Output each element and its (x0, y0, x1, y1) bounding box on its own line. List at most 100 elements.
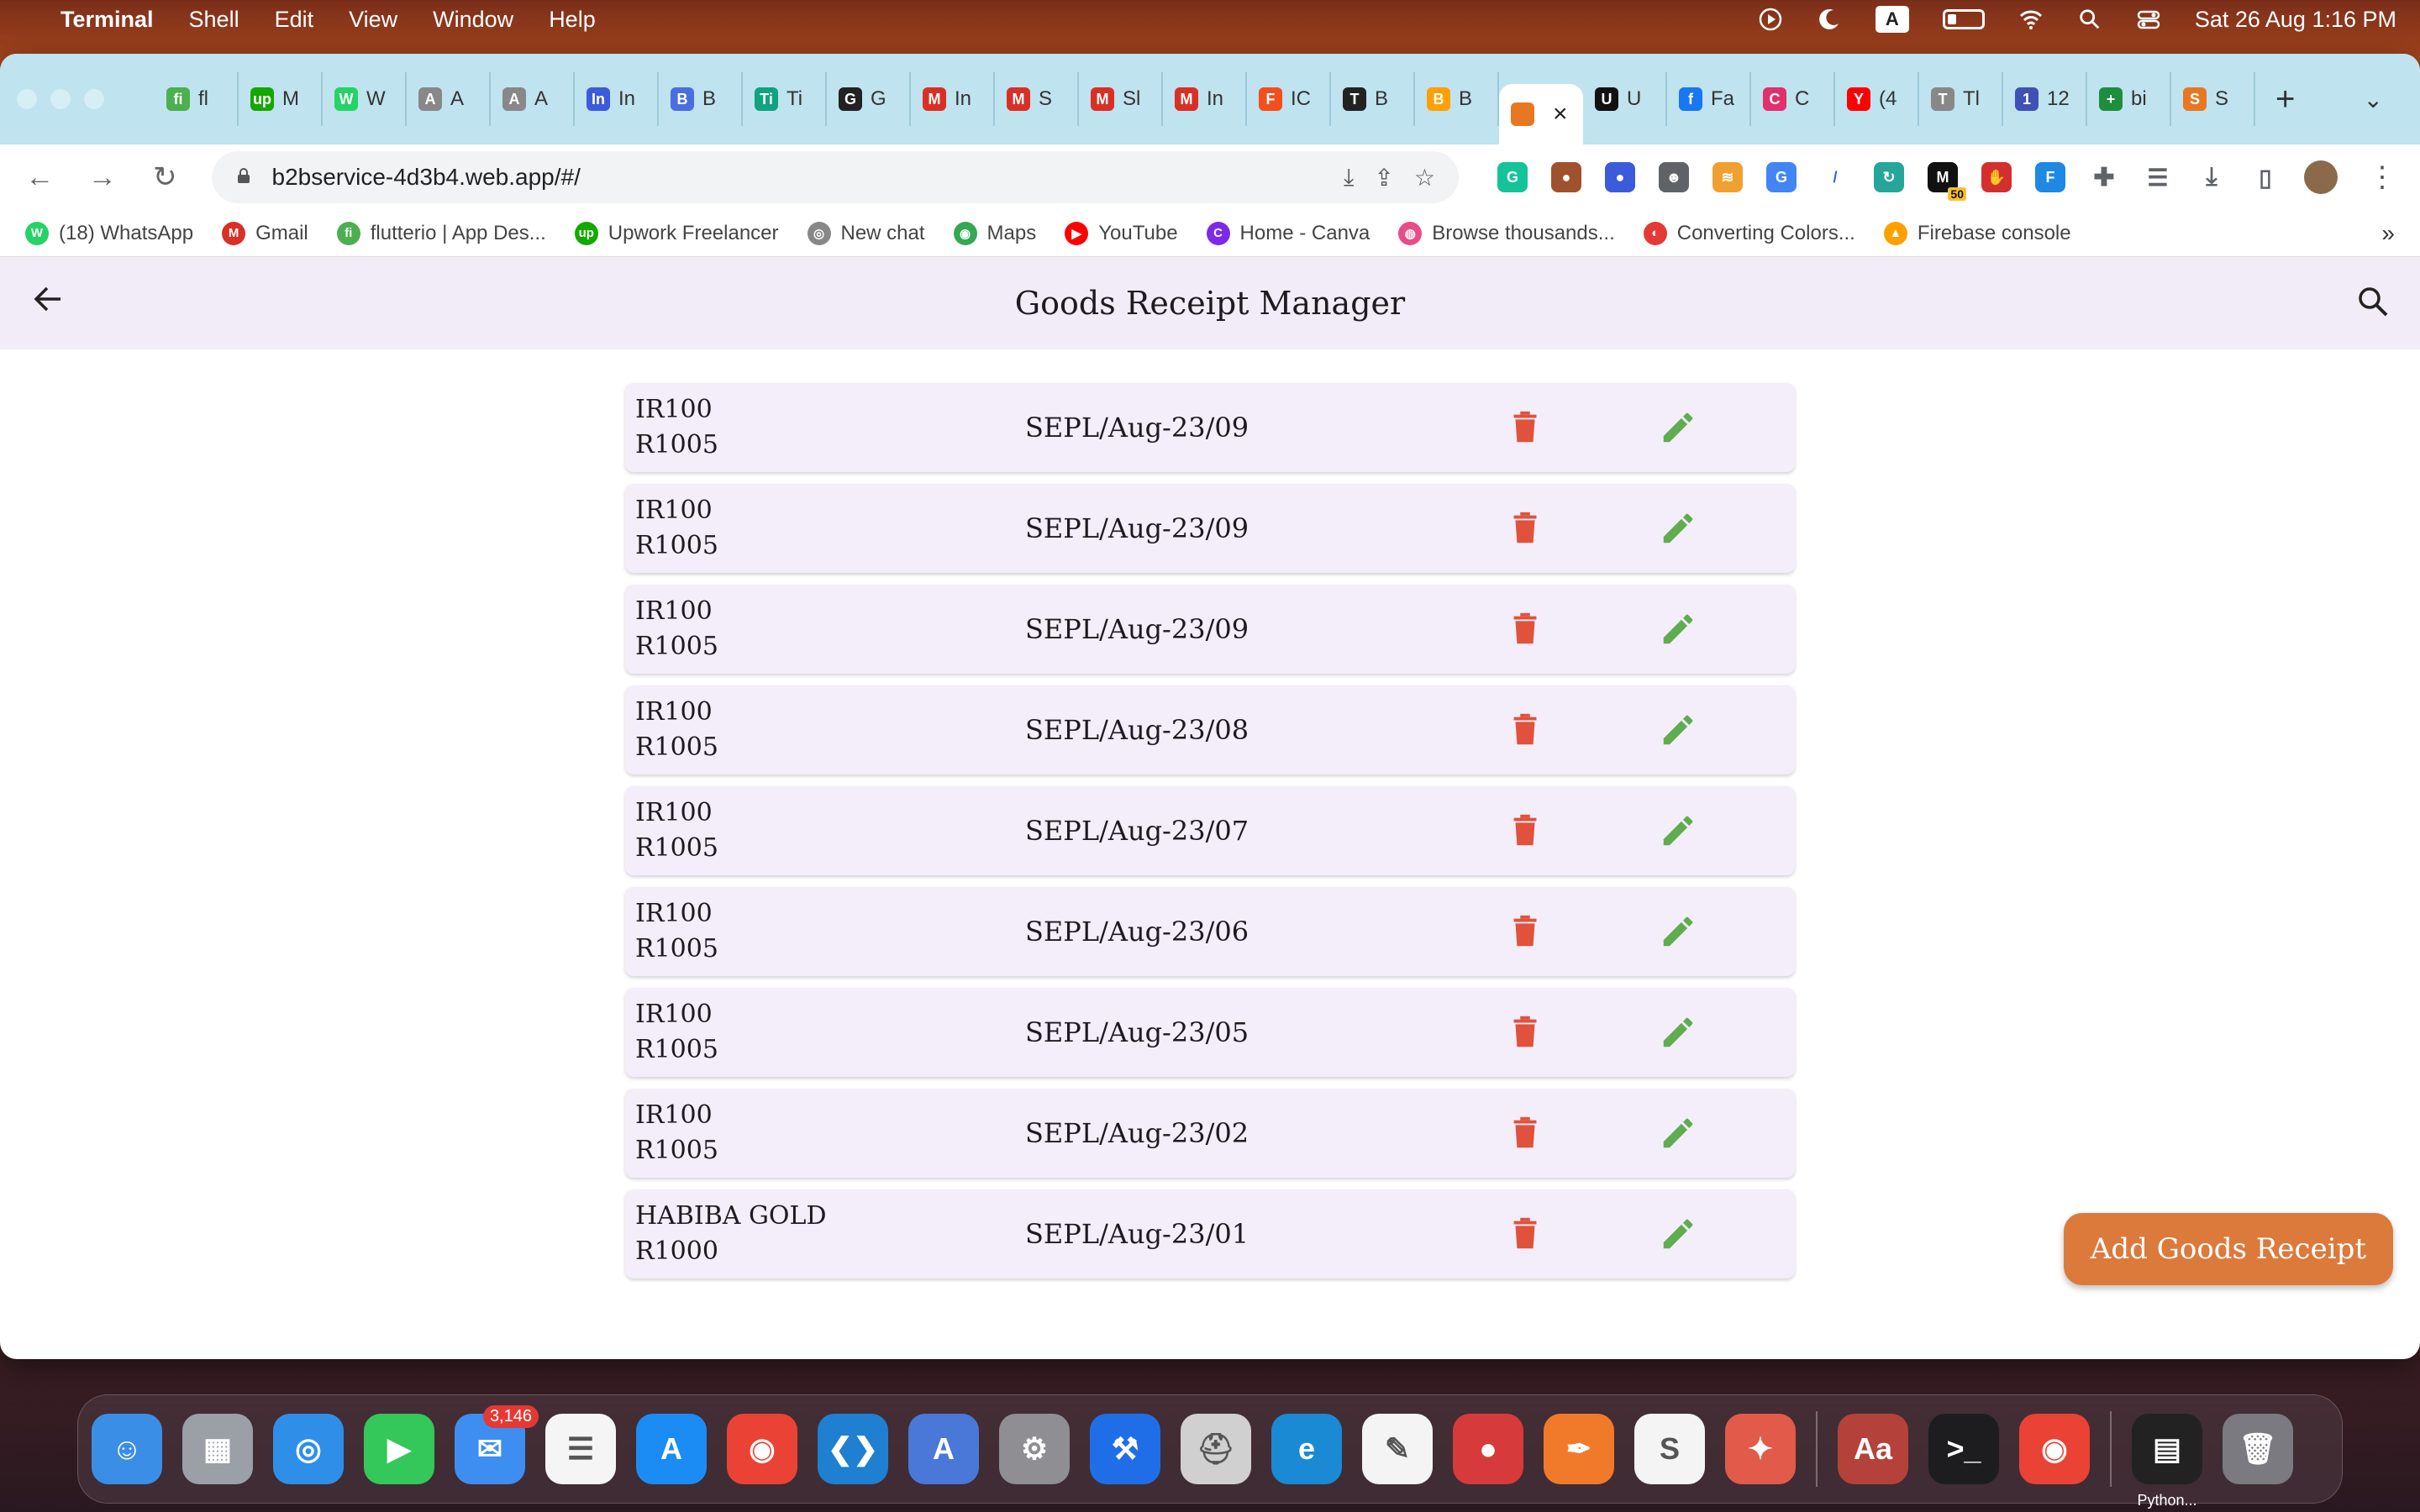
menu-window[interactable]: Window (433, 7, 513, 33)
browser-tab[interactable]: BB (659, 72, 743, 126)
scrivener-icon[interactable]: S (1634, 1414, 1705, 1484)
edit-pencil-icon[interactable] (1659, 912, 1697, 954)
share-icon[interactable]: ⇪ (1374, 164, 1393, 192)
edit-pencil-icon[interactable] (1659, 1215, 1697, 1257)
delete-icon[interactable] (1506, 509, 1544, 551)
delete-icon[interactable] (1506, 610, 1544, 652)
media-control-icon[interactable]: ☰ (2142, 162, 2173, 192)
cookie-extension-icon[interactable]: ● (1550, 162, 1581, 192)
browser-tab[interactable]: MS (995, 72, 1079, 126)
bookmark-item[interactable]: ◎ New chat (807, 221, 925, 245)
reminders-icon[interactable]: ☰ (545, 1414, 616, 1484)
app-store-icon[interactable]: A (636, 1414, 707, 1484)
safari-icon[interactable]: ◎ (273, 1414, 344, 1484)
terminal-icon[interactable]: >_ (1928, 1414, 1999, 1484)
bookmarks-overflow-icon[interactable]: » (2381, 220, 2395, 247)
edit-pencil-icon[interactable] (1659, 811, 1697, 853)
browser-tab[interactable]: M Sl (1079, 72, 1163, 126)
browser-tab[interactable]: 1 12 (2003, 72, 2087, 126)
ft-extension-icon[interactable]: F (2034, 162, 2065, 192)
receipt-row[interactable]: IR100 R1005 SEPL/Aug-23/02 (625, 1089, 1795, 1178)
reload-icon[interactable]: ↻ (149, 160, 182, 194)
browser-tab[interactable]: + bi (2087, 72, 2171, 126)
bookmark-item[interactable]: ◐ Converting Colors... (1643, 221, 1855, 245)
launchpad-icon[interactable]: ▦ (182, 1414, 253, 1484)
browser-tab[interactable]: SS (2171, 72, 2255, 126)
edit-pencil-icon[interactable] (1659, 509, 1697, 551)
puzzle-extensions-icon[interactable]: ✚ (2088, 162, 2119, 192)
wifi-icon[interactable] (2018, 7, 2044, 32)
browser-tab[interactable]: M In (911, 72, 995, 126)
chrome-2-icon[interactable]: ◉ (2019, 1414, 2090, 1484)
bookmark-item[interactable]: fi flutterio | App Des... (336, 221, 546, 245)
delete-icon[interactable] (1506, 912, 1544, 954)
finder-icon[interactable]: ☺ (92, 1414, 162, 1484)
chrome-icon[interactable]: ◉ (727, 1414, 797, 1484)
battery-icon[interactable] (1942, 9, 1985, 29)
browser-tab[interactable]: AA (407, 72, 491, 126)
browser-tab[interactable]: fi fl (155, 72, 239, 126)
menu-view[interactable]: View (349, 7, 397, 33)
bookmark-item[interactable]: up Upwork Freelancer (574, 221, 779, 245)
browser-tab[interactable]: T Tl (1919, 72, 2003, 126)
disk-utility-icon[interactable]: ⛑ (1181, 1414, 1251, 1484)
forward-nav-icon[interactable]: → (87, 161, 119, 194)
menu-help[interactable]: Help (549, 7, 596, 33)
refresh-extension-icon[interactable]: ↻ (1873, 162, 1904, 192)
pen-extension-icon[interactable]: / (1819, 162, 1850, 192)
trash-icon[interactable]: 🗑 (2223, 1414, 2293, 1484)
install-app-icon[interactable]: ⤓ (1344, 164, 1354, 192)
tab-search-chevron-icon[interactable]: ⌄ (2364, 86, 2383, 113)
receipt-row[interactable]: IR100 R1005 SEPL/Aug-23/09 (625, 383, 1795, 472)
browser-tab[interactable]: In In (575, 72, 659, 126)
python-window-icon[interactable]: ▤ Python... (2132, 1414, 2202, 1509)
bookmark-item[interactable]: C Home - Canva (1206, 221, 1370, 245)
receipt-row[interactable]: IR100 R1005 SEPL/Aug-23/07 (625, 786, 1795, 875)
back-nav-icon[interactable]: ← (24, 161, 56, 194)
receipt-row[interactable]: HABIBA GOLD R1000 SEPL/Aug-23/01 (625, 1189, 1795, 1278)
maximize-window-button[interactable] (84, 89, 104, 109)
spotlight-search-icon[interactable] (2077, 7, 2102, 32)
grammarly-extension-icon[interactable]: G (1497, 162, 1528, 192)
close-window-button[interactable] (17, 89, 37, 109)
pixelmator-icon[interactable]: ✦ (1725, 1414, 1796, 1484)
bookmark-item[interactable]: W (18) WhatsApp (25, 221, 193, 245)
browser-tab[interactable]: GG (827, 72, 911, 126)
bookmark-item[interactable]: ▶ YouTube (1065, 221, 1178, 245)
browser-tab[interactable]: UU (1583, 72, 1667, 126)
edit-pencil-icon[interactable] (1659, 1114, 1697, 1156)
side-panel-icon[interactable]: ▯ (2249, 162, 2281, 192)
browser-menu-icon[interactable]: ⋮ (2368, 160, 2396, 194)
browser-tab[interactable]: BB (1415, 72, 1499, 126)
edit-pencil-icon[interactable] (1659, 408, 1697, 450)
edge-icon[interactable]: e (1271, 1414, 1342, 1484)
add-goods-receipt-button[interactable]: Add Goods Receipt (2063, 1213, 2393, 1285)
rss-extension-icon[interactable]: ≋ (1712, 162, 1743, 192)
play-status-icon[interactable] (1758, 7, 1783, 32)
input-source-indicator[interactable]: A (1875, 6, 1909, 33)
robot-extension-icon[interactable]: ☻ (1658, 162, 1689, 192)
receipt-row[interactable]: IR100 R1005 SEPL/Aug-23/09 (625, 585, 1795, 674)
minimize-window-button[interactable] (50, 89, 71, 109)
downloads-icon[interactable]: ⤓ (2196, 162, 2227, 192)
browser-tab[interactable]: CC (1751, 72, 1835, 126)
browser-tab[interactable]: up M (239, 72, 323, 126)
browser-tab[interactable]: TB (1331, 72, 1415, 126)
close-tab-icon[interactable]: × (1553, 100, 1568, 129)
edit-pencil-icon[interactable] (1659, 711, 1697, 753)
browser-tab[interactable]: Ti Ti (743, 72, 827, 126)
bookmark-item[interactable]: M Gmail (222, 221, 308, 245)
browser-tab[interactable]: Y (4 (1835, 72, 1919, 126)
delete-icon[interactable] (1506, 408, 1544, 450)
moon-icon[interactable] (1817, 7, 1842, 32)
receipt-row[interactable]: IR100 R1005 SEPL/Aug-23/09 (625, 484, 1795, 573)
search-icon[interactable] (2356, 285, 2390, 323)
active-browser-tab[interactable]: × (1499, 84, 1583, 144)
browser-tab[interactable]: M In (1163, 72, 1247, 126)
pen-app-icon[interactable]: ✒ (1544, 1414, 1614, 1484)
mail-icon[interactable]: ✉ 3,146 (455, 1405, 539, 1484)
vscode-icon[interactable]: ❮❯ (818, 1414, 888, 1484)
extension-blue-icon[interactable]: ● (1604, 162, 1635, 192)
bookmark-item[interactable]: ◍ Browse thousands... (1398, 221, 1615, 245)
delete-icon[interactable] (1506, 811, 1544, 853)
